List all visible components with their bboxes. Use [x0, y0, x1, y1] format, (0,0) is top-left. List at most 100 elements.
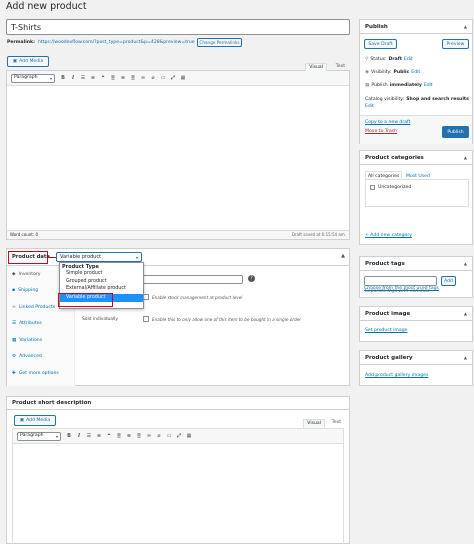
short-add-media-button[interactable]: ▣ Add Media: [14, 415, 56, 426]
toolbar-toggle-icon[interactable]: ▦: [179, 75, 187, 82]
sku-input[interactable]: [142, 275, 243, 284]
fullscreen-icon[interactable]: ⤢: [169, 75, 177, 82]
catalog-value: Shop and search results: [406, 97, 469, 102]
status-label: Status:: [370, 57, 387, 62]
numbered-list-icon[interactable]: ≡: [89, 75, 97, 82]
change-permalinks-button[interactable]: Change Permalinks: [197, 38, 242, 47]
collapse-arrow-icon[interactable]: ▲: [464, 311, 467, 316]
add-category-link[interactable]: + Add new category: [365, 233, 412, 239]
categories-box: Product categories ▲ All categories Most…: [359, 150, 473, 245]
bold-icon[interactable]: B: [65, 433, 73, 440]
italic-icon[interactable]: I: [69, 75, 77, 82]
link-icon: ∞: [12, 304, 16, 310]
category-checkbox[interactable]: [370, 185, 375, 191]
publish-time-value: immediately: [389, 83, 422, 88]
add-tag-button[interactable]: Add: [441, 276, 456, 286]
tab-inventory-label: Inventory: [18, 271, 41, 277]
tab-advanced[interactable]: ⚙ Advanced: [7, 349, 74, 366]
publish-time-label: Publish: [371, 83, 388, 88]
tab-attributes[interactable]: ☰ Attributes: [7, 316, 74, 333]
copy-draft-link[interactable]: Copy to a new draft: [365, 120, 410, 126]
read-more-icon[interactable]: ▭: [159, 75, 167, 82]
tags-input[interactable]: [364, 276, 437, 286]
visibility-row: ◉ Visibility: Public Edit: [365, 70, 420, 76]
collapse-arrow-icon[interactable]: ▲: [341, 253, 345, 259]
draft-saved-text: Draft saved at 6:15:54 am.: [291, 231, 346, 237]
help-icon[interactable]: ?: [248, 275, 255, 282]
preview-button[interactable]: Preview: [442, 39, 469, 49]
bold-icon[interactable]: B: [59, 75, 67, 82]
read-more-icon[interactable]: ▭: [165, 433, 173, 440]
visibility-edit-link[interactable]: Edit: [411, 70, 420, 76]
tab-linked-label: Linked Products: [18, 304, 56, 310]
status-row: ⚲ Status: Draft Edit: [365, 57, 413, 63]
short-description-header: Product short description: [7, 397, 349, 410]
short-tab-text[interactable]: Text: [329, 419, 344, 427]
dropdown-option[interactable]: Simple product: [60, 271, 143, 279]
italic-icon[interactable]: I: [75, 433, 83, 440]
catalog-label: Catalog visibility:: [365, 97, 405, 102]
word-count: Word count: 0: [10, 231, 39, 237]
blockquote-icon[interactable]: ❝: [105, 433, 113, 440]
numbered-list-icon[interactable]: ≡: [95, 433, 103, 440]
permalink-url[interactable]: https://woodevflow.com/?post_type=produc…: [38, 40, 195, 46]
blockquote-icon[interactable]: ❝: [99, 75, 107, 82]
editor-tab-text[interactable]: Text: [333, 63, 348, 71]
short-format-select[interactable]: Paragraph ▾: [17, 431, 61, 441]
link-icon[interactable]: ∞: [139, 75, 147, 82]
toolbar-toggle-icon[interactable]: ▦: [185, 433, 193, 440]
short-description-title: Product short description: [12, 400, 92, 406]
short-description-box: Product short description ▣ Add Media Vi…: [6, 396, 350, 544]
plug-icon: ✚: [12, 370, 16, 376]
format-select[interactable]: Paragraph ▾: [11, 73, 55, 83]
add-gallery-link[interactable]: Add product gallery images: [365, 373, 428, 379]
media-icon: ▣: [12, 59, 18, 64]
fullscreen-icon[interactable]: ⤢: [175, 433, 183, 440]
catalog-edit-link[interactable]: Edit: [365, 104, 374, 110]
align-right-icon[interactable]: ≣: [135, 433, 143, 440]
gallery-title: Product gallery: [365, 354, 413, 361]
categories-title: Product categories: [365, 154, 424, 161]
choose-tags-link[interactable]: Choose from the most used tags: [364, 286, 439, 292]
bullet-list-icon[interactable]: ☰: [79, 75, 87, 82]
collapse-arrow-icon[interactable]: ▲: [464, 155, 467, 160]
publish-button[interactable]: Publish: [442, 126, 469, 138]
collapse-arrow-icon[interactable]: ▲: [464, 355, 467, 360]
status-edit-link[interactable]: Edit: [404, 57, 413, 63]
collapse-arrow-icon[interactable]: ▲: [464, 261, 467, 266]
categories-header: Product categories ▲: [360, 151, 472, 165]
product-name-input[interactable]: T-Shirts: [6, 19, 350, 35]
align-left-icon[interactable]: ≣: [115, 433, 123, 440]
product-data-box: Product data Variable product ▾ ▲ ◆ Inven…: [6, 248, 350, 386]
chevron-down-icon: ▾: [49, 75, 52, 81]
unlink-icon[interactable]: ⌀: [149, 75, 157, 82]
link-icon[interactable]: ∞: [145, 433, 153, 440]
publish-time-row: ▦ Publish immediately Edit: [365, 83, 433, 89]
add-media-button[interactable]: ▣ Add Media: [7, 56, 49, 67]
save-draft-button[interactable]: Save Draft: [364, 39, 397, 49]
move-trash-link[interactable]: Move to Trash: [365, 129, 397, 135]
align-left-icon[interactable]: ≣: [109, 75, 117, 82]
manage-stock-text: Enable stock management at product level: [152, 295, 243, 300]
publish-header: Publish ▲: [360, 20, 472, 34]
unlink-icon[interactable]: ⌀: [155, 433, 163, 440]
tab-get-more-options[interactable]: ✚ Get more options: [7, 365, 74, 382]
collapse-arrow-icon[interactable]: ▲: [464, 24, 467, 29]
publish-box: Publish ▲ Save Draft Preview ⚲ Status: D…: [359, 19, 473, 144]
tab-variations[interactable]: ▦ Variations: [7, 332, 74, 349]
sold-individually-checkbox[interactable]: [143, 316, 149, 322]
set-product-image-link[interactable]: Set product image: [365, 328, 407, 334]
align-center-icon[interactable]: ≡: [125, 433, 133, 440]
align-center-icon[interactable]: ≡: [119, 75, 127, 82]
align-right-icon[interactable]: ≣: [129, 75, 137, 82]
dropdown-option[interactable]: Grouped product: [60, 279, 143, 287]
category-item[interactable]: Uncategorized: [366, 180, 468, 196]
product-type-select[interactable]: Variable product ▾: [56, 252, 142, 262]
publish-time-edit-link[interactable]: Edit: [424, 83, 433, 89]
bullet-list-icon[interactable]: ☰: [85, 433, 93, 440]
product-image-header: Product image ▲: [360, 307, 472, 321]
gear-icon: ⚙: [12, 354, 17, 360]
editor-statusbar: Word count: 0 Draft saved at 6:15:54 am.: [7, 230, 349, 239]
editor-toolbar: Paragraph ▾ B I ☰ ≡ ❝ ≣ ≡ ≣ ∞ ⌀ ▭ ⤢ ▦: [7, 71, 349, 86]
short-editor[interactable]: Paragraph ▾ B I ☰ ≡ ❝ ≣ ≡ ≣ ∞ ⌀ ▭ ⤢ ▦: [12, 428, 344, 544]
